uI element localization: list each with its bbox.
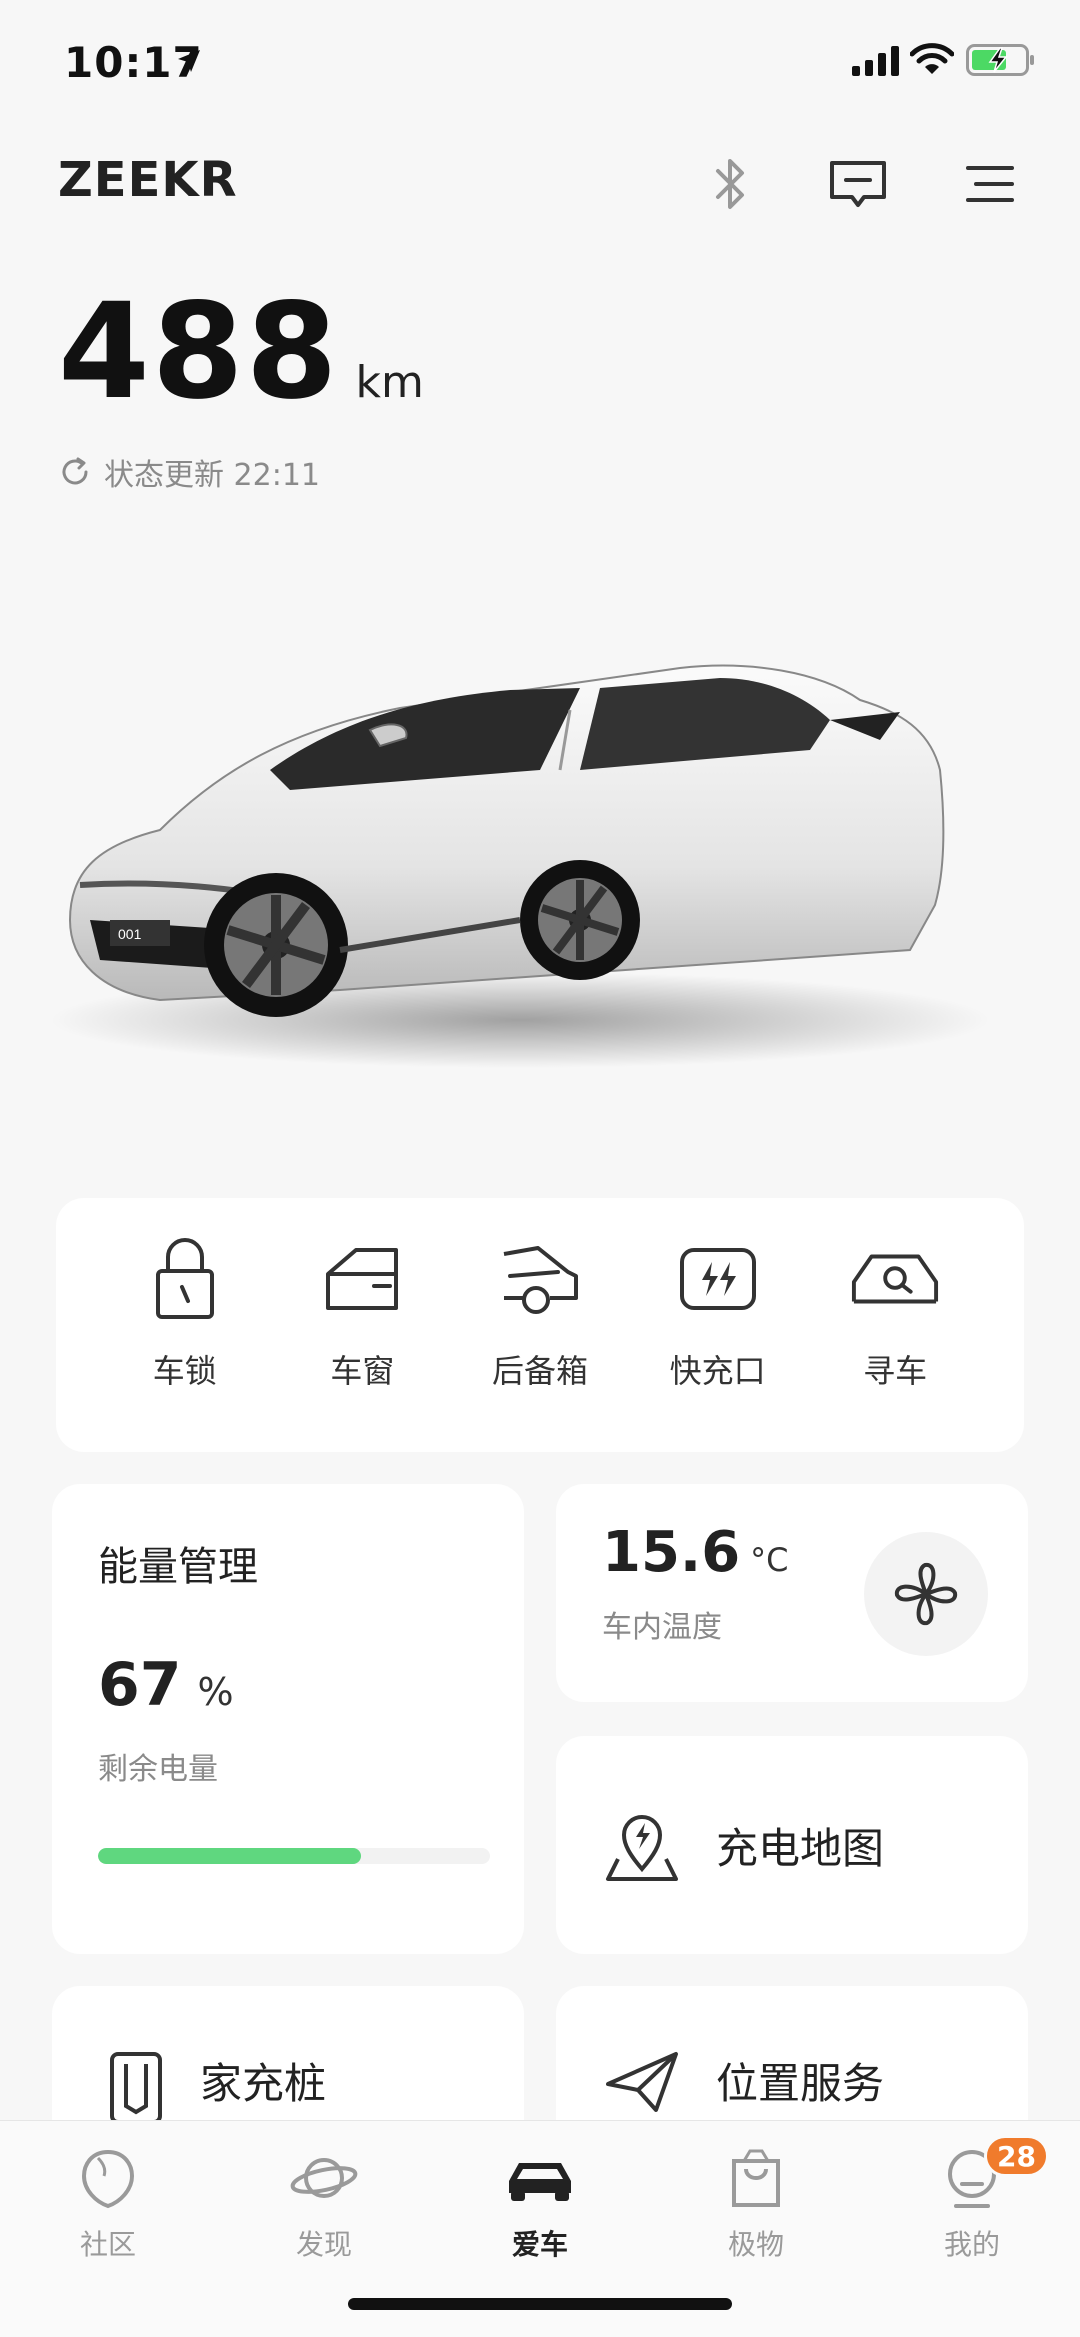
message-icon [830,161,886,207]
location-arrow-icon [178,50,200,72]
tab-discover-label: 发现 [295,2228,352,2261]
planet-icon [290,2158,358,2198]
fan-button[interactable] [864,1532,988,1656]
battery-progress-fill [98,1848,361,1864]
bluetooth-icon [716,159,744,209]
cellular-signal-icon [852,46,899,76]
fast-charge-port-icon [679,1248,756,1310]
car-image: 001 [50,664,990,1068]
refresh-icon [62,457,88,485]
tab-shop[interactable]: 极物 [686,2141,826,2263]
tab-community[interactable]: 社区 [38,2141,178,2263]
status-refresh[interactable]: 状态更新 22:11 [58,450,320,494]
battery-charging-icon [966,44,1034,76]
lock-label: 车锁 [152,1352,217,1390]
window-control[interactable]: 车窗 [282,1198,442,1452]
shopping-bag-icon [732,2149,780,2207]
cabin-temperature: 15.6 °C [602,1520,789,1585]
location-service-label: 位置服务 [716,2059,885,2108]
find-car-label: 寻车 [863,1352,928,1390]
home-charger-icon [110,2052,162,2124]
energy-title: 能量管理 [98,1544,258,1590]
community-icon [81,2149,135,2209]
quick-controls-card: 车锁 车窗 后备箱 快充口 寻车 [56,1198,1024,1452]
range-value: 488 [58,275,340,429]
tab-discover[interactable]: 发现 [254,2141,394,2263]
battery-progress-bar [98,1848,490,1864]
status-update-label: 状态更新 22:11 [104,458,320,493]
battery-percent: 67 % [98,1650,234,1720]
notification-badge: 28 [984,2135,1049,2177]
battery-percent-unit: % [197,1670,234,1714]
lock-control[interactable]: 车锁 [105,1198,265,1452]
climate-card[interactable]: 15.6 °C 车内温度 [556,1484,1028,1702]
wifi-icon [910,43,954,74]
charge-port-control[interactable]: 快充口 [638,1198,798,1452]
fan-icon [894,1562,958,1626]
app-screen: 10:17 ZEEKR 488 km 状态更新 22:11 001 车锁 车窗 … [0,0,1080,2337]
window-label: 车窗 [330,1352,395,1390]
battery-subtitle: 剩余电量 [98,1752,218,1787]
energy-management-card[interactable]: 能量管理 67 % 剩余电量 [52,1484,524,1954]
brand-logo: ZEEKR [58,152,238,208]
charge-port-label: 快充口 [669,1352,766,1390]
tab-profile[interactable]: 我的 28 [902,2135,1049,2263]
car-window-icon [326,1248,399,1310]
temperature-unit: °C [750,1541,789,1579]
menu-button[interactable] [958,152,1022,216]
car-icon [509,2163,571,2201]
charging-map-icon [606,1815,678,1881]
bluetooth-button[interactable] [698,152,762,216]
find-car-icon [852,1254,939,1304]
tab-community-label: 社区 [79,2228,136,2261]
range-unit: km [355,357,424,408]
trunk-icon [503,1246,578,1314]
tab-my-car-label: 爱车 [511,2228,568,2261]
trunk-control[interactable]: 后备箱 [460,1198,620,1452]
lock-icon [155,1238,214,1319]
tab-my-car[interactable]: 爱车 [470,2141,610,2263]
message-button[interactable] [826,152,890,216]
svg-text:001: 001 [118,926,142,942]
hamburger-menu-icon [966,166,1014,202]
temperature-value: 15.6 [602,1520,741,1585]
charging-map-card[interactable]: 充电地图 [556,1736,1028,1954]
status-bar: 10:17 [0,0,1080,120]
range-display: 488 km [58,286,424,418]
battery-percent-value: 67 [98,1650,182,1720]
home-charger-label: 家充桩 [200,2059,327,2108]
tab-shop-label: 极物 [727,2228,784,2261]
temperature-subtitle: 车内温度 [602,1610,722,1645]
find-car-control[interactable]: 寻车 [815,1198,975,1452]
paper-plane-icon [606,2052,678,2112]
tab-profile-label: 我的 [943,2228,1000,2261]
trunk-label: 后备箱 [491,1352,588,1390]
home-indicator[interactable] [348,2298,732,2310]
charging-map-label: 充电地图 [716,1823,885,1873]
